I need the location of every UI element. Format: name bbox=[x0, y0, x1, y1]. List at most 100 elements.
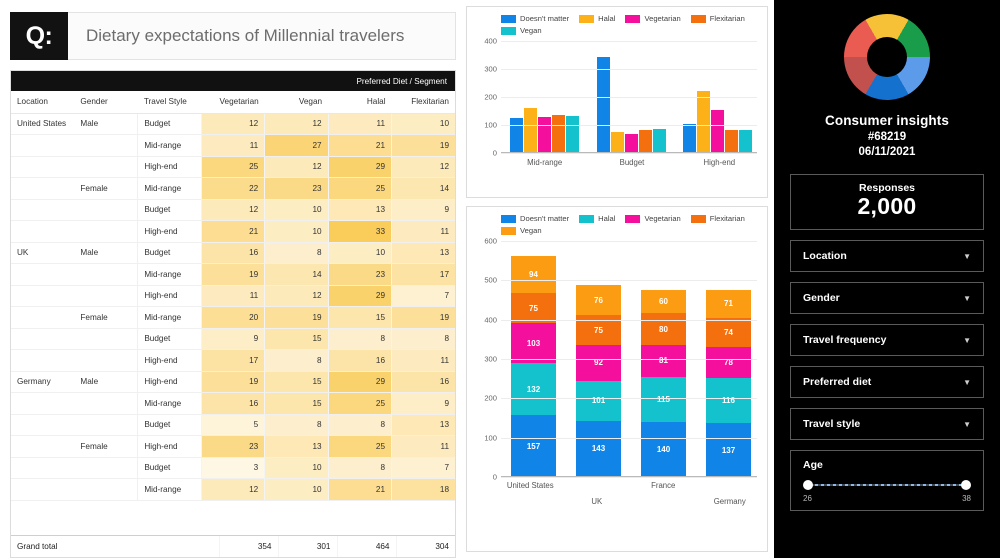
stack-segment[interactable]: 132 bbox=[511, 363, 556, 416]
bar[interactable] bbox=[739, 130, 753, 153]
bar[interactable] bbox=[523, 108, 537, 153]
legend-item[interactable]: Doesn't matter bbox=[501, 214, 569, 223]
stack-segment[interactable]: 94 bbox=[511, 256, 556, 294]
stack-segment[interactable]: 143 bbox=[576, 420, 621, 477]
legend-item[interactable]: Vegetarian bbox=[625, 14, 681, 23]
cell-flexitarian: 7 bbox=[391, 457, 455, 479]
bar[interactable] bbox=[725, 130, 739, 153]
legend-item[interactable]: Flexitarian bbox=[690, 14, 745, 23]
table-row[interactable]: Mid-range 16 15 25 9 bbox=[11, 392, 455, 415]
chevron-down-icon[interactable]: ▼ bbox=[963, 336, 971, 345]
table-row[interactable]: United States Male Budget 12 12 11 10 bbox=[11, 112, 455, 135]
cell-travel-style: High-end bbox=[137, 220, 202, 243]
legend-label: Vegan bbox=[520, 226, 542, 235]
cell-travel-style: High-end bbox=[137, 435, 202, 458]
bar[interactable] bbox=[537, 117, 551, 153]
pivot-total-table: Grand total 354 301 464 304 bbox=[11, 534, 455, 557]
age-range-slider[interactable] bbox=[803, 480, 971, 490]
stack-segment[interactable]: 92 bbox=[576, 344, 621, 382]
cell-vegetarian: 21 bbox=[200, 220, 265, 243]
stack-segment[interactable]: 74 bbox=[706, 317, 751, 347]
bar[interactable] bbox=[565, 116, 579, 153]
stack-segment[interactable]: 78 bbox=[706, 346, 751, 378]
question-title: Dietary expectations of Millennial trave… bbox=[68, 12, 456, 60]
stack-segment[interactable]: 75 bbox=[511, 293, 556, 323]
col-header-vegetarian[interactable]: Vegetarian bbox=[201, 91, 265, 114]
bar[interactable] bbox=[509, 118, 523, 153]
cell-location bbox=[11, 457, 75, 479]
table-row[interactable]: High-end 17 8 16 11 bbox=[11, 349, 455, 372]
filter-gender[interactable]: Gender ▼ bbox=[790, 282, 984, 314]
chevron-down-icon[interactable]: ▼ bbox=[963, 294, 971, 303]
table-row[interactable]: Female Mid-range 22 23 25 14 bbox=[11, 177, 455, 200]
legend-item[interactable]: Vegan bbox=[501, 226, 542, 235]
stack-segment[interactable]: 76 bbox=[576, 285, 621, 316]
stack-segment[interactable]: 101 bbox=[576, 381, 621, 421]
legend-item[interactable]: Vegan bbox=[501, 26, 542, 35]
table-row[interactable]: Female High-end 23 13 25 11 bbox=[11, 435, 455, 458]
table-row[interactable]: High-end 11 12 29 7 bbox=[11, 285, 455, 307]
bar[interactable] bbox=[711, 109, 725, 153]
stack-segment[interactable]: 80 bbox=[641, 313, 686, 345]
col-header-halal[interactable]: Halal bbox=[328, 91, 392, 114]
legend-swatch-icon bbox=[690, 14, 706, 23]
bar[interactable] bbox=[638, 129, 652, 153]
col-header-travel-style[interactable]: Travel Style bbox=[137, 91, 202, 114]
chevron-down-icon[interactable]: ▼ bbox=[963, 378, 971, 387]
bar[interactable] bbox=[610, 131, 624, 153]
table-row[interactable]: Germany Male High-end 19 15 29 16 bbox=[11, 370, 455, 393]
table-row[interactable]: Budget 12 10 13 9 bbox=[11, 199, 455, 221]
slider-handle-min[interactable] bbox=[803, 480, 813, 490]
bar[interactable] bbox=[683, 124, 697, 153]
filter-travel-style[interactable]: Travel style ▼ bbox=[790, 408, 984, 440]
stack-segment[interactable]: 115 bbox=[641, 376, 686, 422]
filter-travel-frequency[interactable]: Travel frequency ▼ bbox=[790, 324, 984, 356]
table-row[interactable]: Mid-range 11 27 21 19 bbox=[11, 134, 455, 157]
chevron-down-icon[interactable]: ▼ bbox=[963, 252, 971, 261]
bar[interactable] bbox=[551, 114, 565, 153]
stacked-bar[interactable]: 157 132 103 75 94 bbox=[511, 256, 556, 477]
table-row[interactable]: High-end 21 10 33 11 bbox=[11, 220, 455, 243]
col-header-gender[interactable]: Gender bbox=[74, 91, 138, 114]
stack-segment[interactable]: 103 bbox=[511, 322, 556, 364]
filter-preferred-diet[interactable]: Preferred diet ▼ bbox=[790, 366, 984, 398]
bar[interactable] bbox=[697, 90, 711, 153]
stack-segment[interactable]: 60 bbox=[641, 289, 686, 314]
col-header-location[interactable]: Location bbox=[11, 91, 75, 114]
bar[interactable] bbox=[652, 128, 666, 153]
y-axis-tick: 400 bbox=[484, 315, 497, 325]
col-header-vegan[interactable]: Vegan bbox=[264, 91, 329, 114]
legend-item[interactable]: Doesn't matter bbox=[501, 14, 569, 23]
legend-item[interactable]: Flexitarian bbox=[690, 214, 745, 223]
legend-item[interactable]: Halal bbox=[579, 214, 615, 223]
col-header-flexitarian[interactable]: Flexitarian bbox=[391, 91, 455, 114]
cell-vegetarian: 25 bbox=[200, 156, 265, 178]
table-row[interactable]: UK Male Budget 16 8 10 13 bbox=[11, 241, 455, 264]
cell-travel-style: High-end bbox=[137, 349, 202, 372]
cell-travel-style: Budget bbox=[137, 112, 202, 135]
stack-segment[interactable]: 81 bbox=[641, 344, 686, 377]
table-row[interactable]: Mid-range 12 10 21 18 bbox=[11, 478, 455, 501]
chevron-down-icon[interactable]: ▼ bbox=[963, 420, 971, 429]
stacked-bar[interactable]: 143 101 92 75 76 bbox=[576, 285, 621, 477]
filter-location[interactable]: Location ▼ bbox=[790, 240, 984, 272]
stack-segment[interactable]: 116 bbox=[706, 377, 751, 424]
table-row[interactable]: Female Mid-range 20 19 15 19 bbox=[11, 306, 455, 329]
stack-segment[interactable]: 71 bbox=[706, 289, 751, 318]
table-row[interactable]: Budget 9 15 8 8 bbox=[11, 328, 455, 350]
table-row[interactable]: Budget 3 10 8 7 bbox=[11, 457, 455, 479]
stack-segment[interactable]: 140 bbox=[641, 421, 686, 477]
cell-flexitarian: 17 bbox=[391, 263, 455, 286]
stack-segment[interactable]: 157 bbox=[511, 415, 556, 477]
table-row[interactable]: Budget 5 8 8 13 bbox=[11, 414, 455, 436]
stack-segment[interactable]: 137 bbox=[706, 423, 751, 477]
table-row[interactable]: High-end 25 12 29 12 bbox=[11, 156, 455, 178]
stacked-bar[interactable]: 137 116 78 74 71 bbox=[706, 289, 751, 477]
stacked-bar[interactable]: 140 115 81 80 60 bbox=[641, 289, 686, 477]
bar[interactable] bbox=[596, 56, 610, 153]
bar[interactable] bbox=[624, 133, 638, 153]
legend-item[interactable]: Vegetarian bbox=[625, 214, 681, 223]
table-row[interactable]: Mid-range 19 14 23 17 bbox=[11, 263, 455, 286]
slider-handle-max[interactable] bbox=[961, 480, 971, 490]
legend-item[interactable]: Halal bbox=[579, 14, 615, 23]
